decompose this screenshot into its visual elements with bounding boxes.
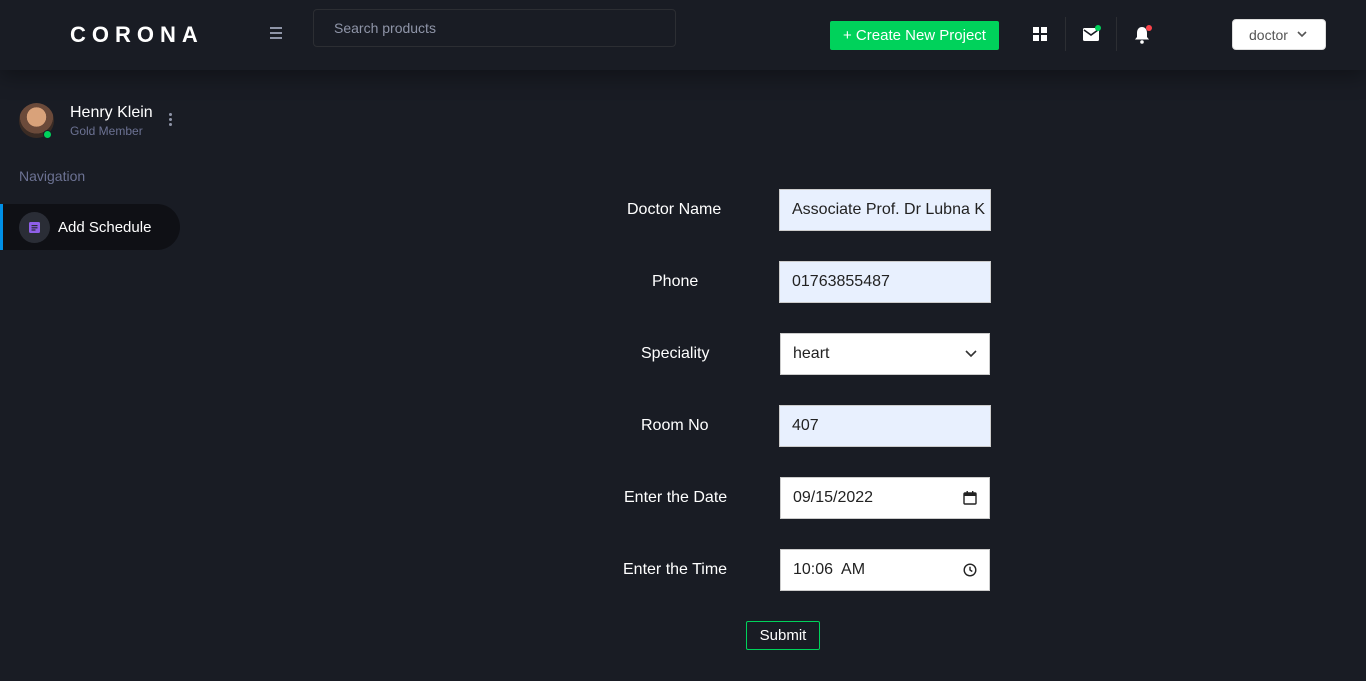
menu-toggle-icon[interactable] — [270, 27, 286, 41]
search-input[interactable] — [313, 9, 676, 47]
online-status-dot — [43, 130, 52, 139]
user-role: Gold Member — [70, 124, 143, 138]
navbar-divider — [1116, 17, 1117, 51]
profile-dropdown-label: doctor — [1249, 26, 1288, 43]
grid-icon[interactable] — [1032, 26, 1050, 44]
calendar-icon[interactable] — [963, 491, 977, 505]
schedule-icon — [19, 211, 50, 243]
top-navbar: CORONA + Create New Project doctor — [0, 0, 1366, 70]
speciality-label: Speciality — [641, 345, 710, 362]
doctor-name-input[interactable]: Associate Prof. Dr Lubna K — [779, 189, 991, 231]
date-value: 09/15/2022 — [793, 489, 874, 506]
date-input[interactable]: 09/15/2022 — [780, 477, 990, 519]
chevron-down-icon — [1297, 31, 1307, 38]
phone-label: Phone — [652, 273, 699, 290]
chevron-down-icon — [965, 350, 977, 358]
profile-dropdown[interactable]: doctor — [1232, 19, 1326, 50]
speciality-selected-value: heart — [793, 345, 830, 362]
clock-icon[interactable] — [963, 563, 977, 577]
mail-notification-dot — [1095, 25, 1101, 31]
time-label: Enter the Time — [623, 561, 728, 578]
brand-logo[interactable]: CORONA — [70, 22, 204, 48]
bell-notification-dot — [1146, 25, 1152, 31]
time-input[interactable]: 10:06 AM — [780, 549, 990, 591]
time-value: 10:06 AM — [793, 561, 866, 578]
sidebar-item-add-schedule[interactable]: Add Schedule — [0, 204, 180, 250]
create-new-project-button[interactable]: + Create New Project — [830, 21, 999, 50]
speciality-select[interactable]: heart — [780, 333, 990, 375]
nav-heading: Navigation — [19, 168, 86, 184]
bell-icon[interactable] — [1134, 25, 1152, 44]
room-no-label: Room No — [641, 417, 709, 434]
phone-input[interactable]: 01763855487 — [779, 261, 991, 303]
navbar-divider — [1065, 17, 1066, 51]
date-label: Enter the Date — [624, 489, 728, 506]
submit-button[interactable]: Submit — [746, 621, 820, 650]
more-options-icon[interactable] — [169, 113, 174, 129]
room-no-input[interactable]: 407 — [779, 405, 991, 447]
sidebar: Henry Klein Gold Member Navigation Add S… — [0, 70, 244, 681]
mail-icon[interactable] — [1083, 25, 1101, 46]
user-name: Henry Klein — [70, 104, 153, 121]
doctor-name-label: Doctor Name — [627, 201, 722, 218]
sidebar-item-label: Add Schedule — [58, 218, 152, 236]
